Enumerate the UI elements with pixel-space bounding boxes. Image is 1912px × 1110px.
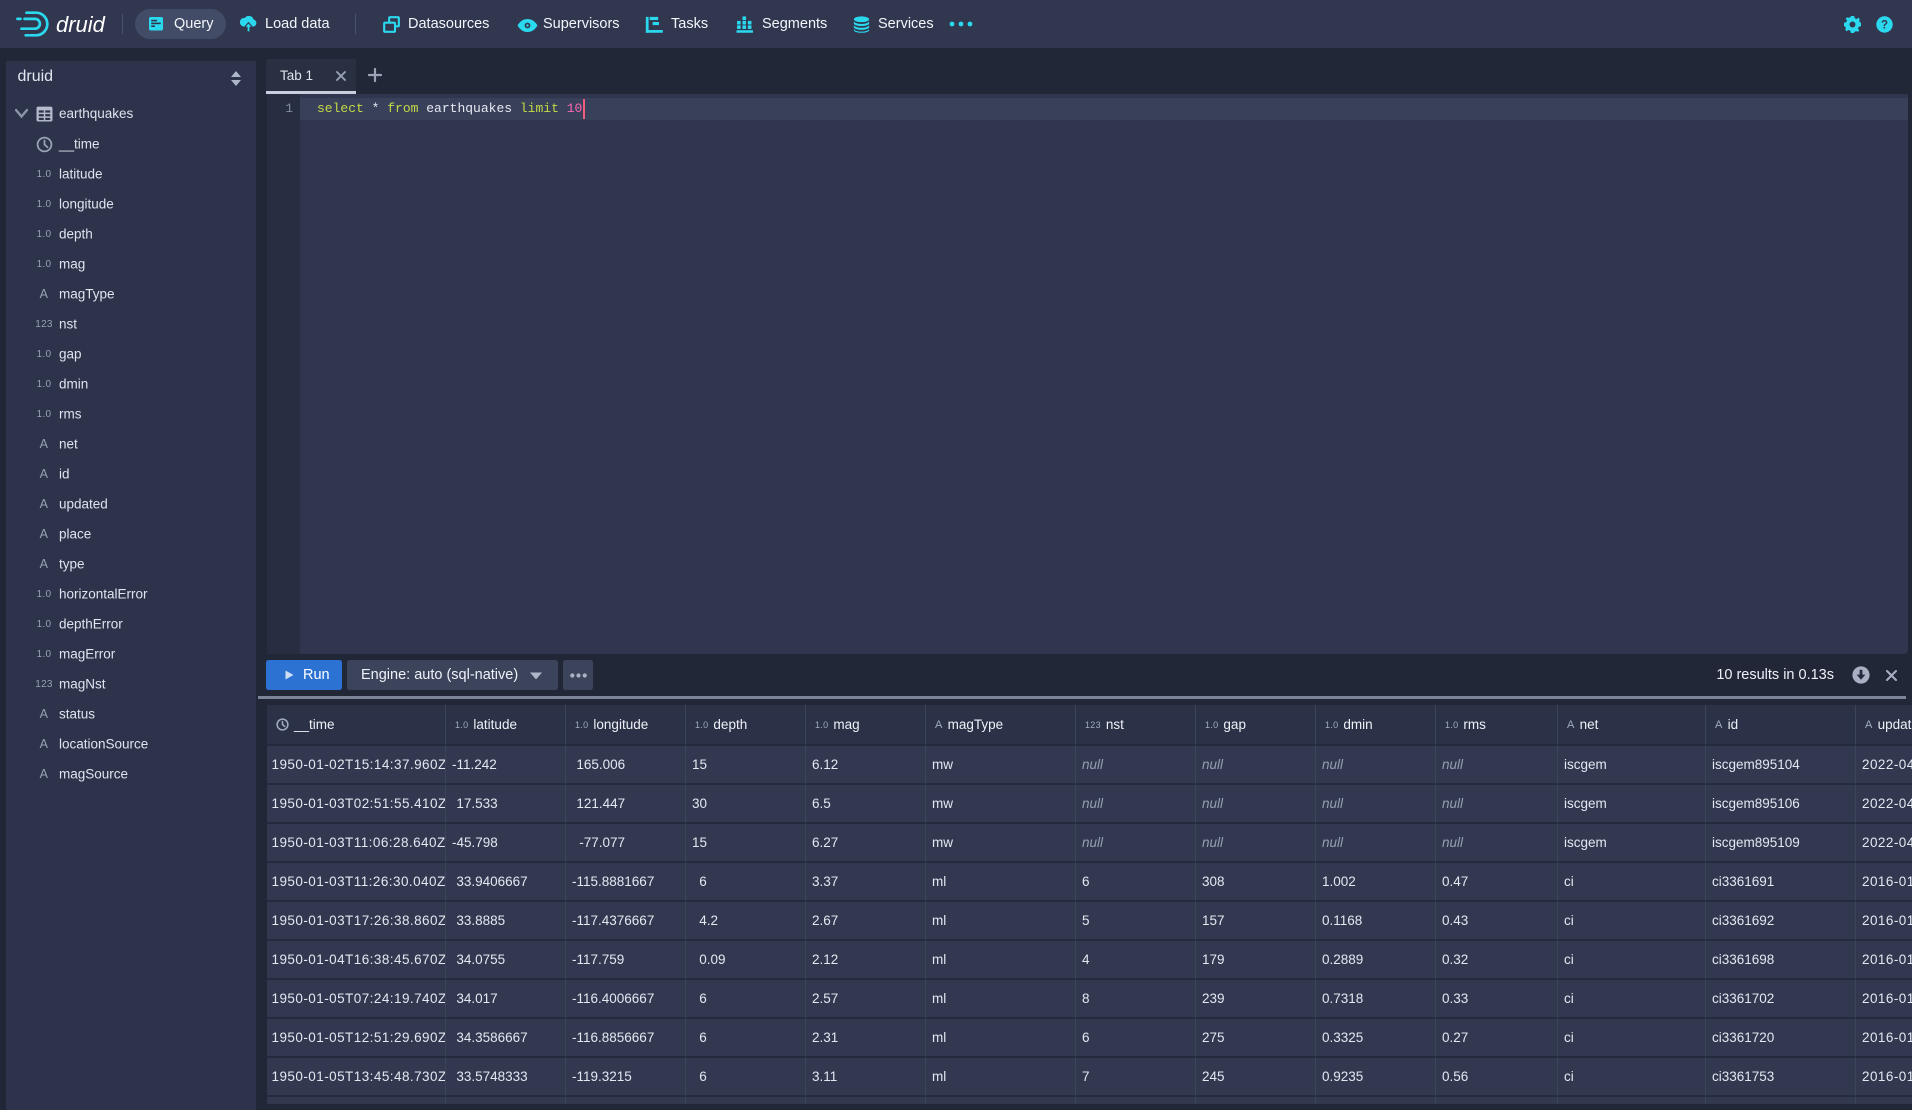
svg-text:?: ? <box>1881 19 1888 31</box>
